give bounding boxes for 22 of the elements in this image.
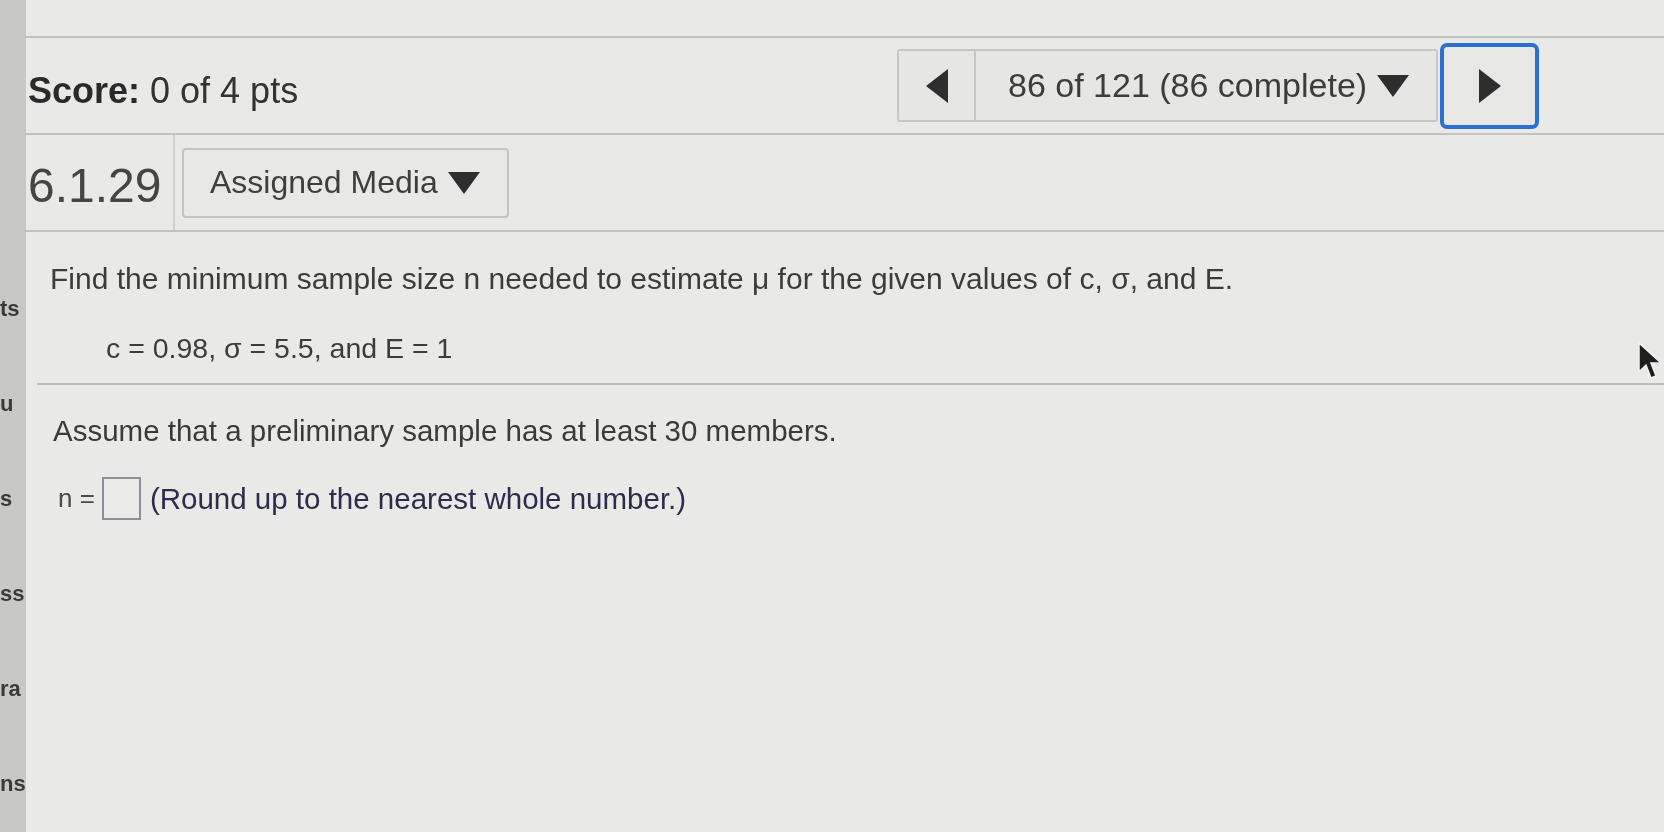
- assumption-text: Assume that a preliminary sample has at least 30 members.: [53, 413, 837, 449]
- right-triangle-icon: [1478, 68, 1501, 103]
- answer-label: n =: [58, 483, 95, 514]
- question-prompt: Find the minimum sample size n needed to estimate μ for the given values of c, σ, and E.: [50, 261, 1234, 297]
- sidebar-text[interactable]: ns: [0, 769, 26, 799]
- caret-down-icon: [447, 171, 480, 194]
- question-position-dropdown[interactable]: 86 of 121 (86 complete): [976, 49, 1438, 122]
- previous-button[interactable]: [897, 49, 976, 122]
- left-triangle-icon: [925, 68, 948, 103]
- given-values: c = 0.98, σ = 5.5, and E = 1: [106, 331, 453, 366]
- sidebar-text[interactable]: u: [0, 389, 26, 419]
- question-number: 6.1.29: [26, 135, 175, 230]
- answer-box[interactable]: [101, 477, 141, 520]
- assigned-media-dropdown[interactable]: Assigned Media: [182, 147, 509, 218]
- rounding-hint: (Round up to the nearest whole number.): [149, 481, 687, 516]
- sidebar-text[interactable]: ts: [0, 294, 26, 324]
- sidebar-text[interactable]: ss: [0, 579, 26, 609]
- sidebar-text[interactable]: s: [0, 484, 26, 514]
- next-button[interactable]: [1440, 42, 1539, 129]
- sidebar-text[interactable]: ra: [0, 674, 26, 704]
- score-text: Score: 0 of 4 pts: [28, 69, 299, 112]
- caret-down-icon: [1377, 74, 1410, 97]
